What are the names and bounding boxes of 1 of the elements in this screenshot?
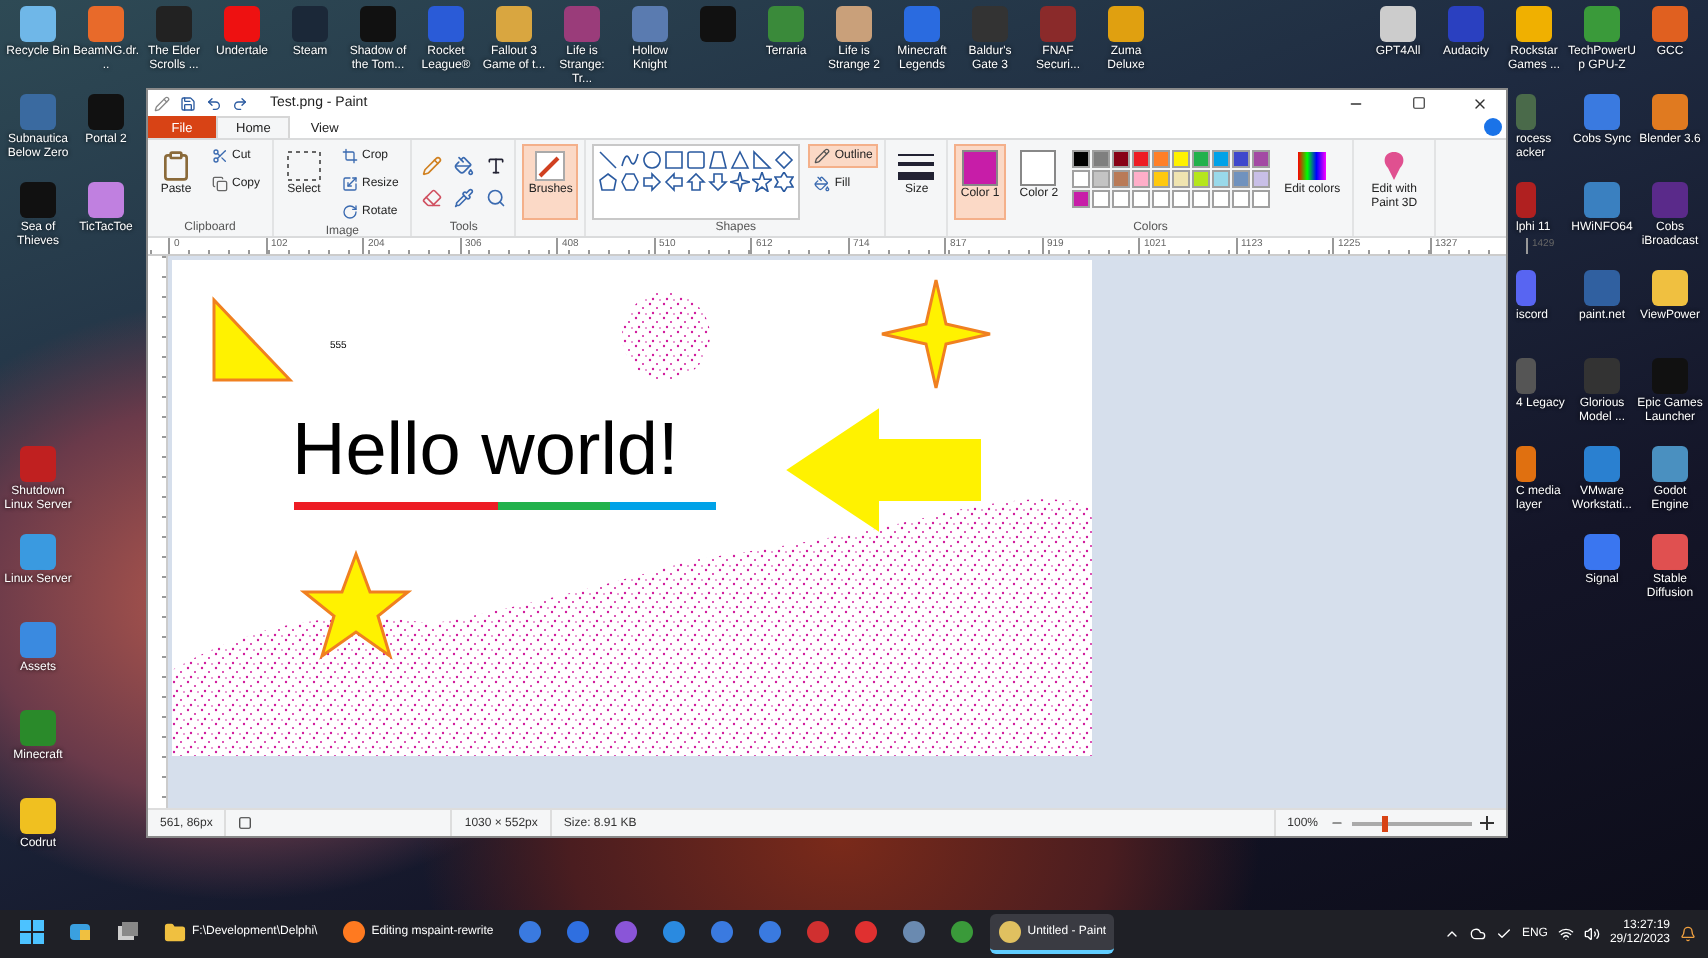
canvas-text: Hello world!	[292, 408, 679, 492]
